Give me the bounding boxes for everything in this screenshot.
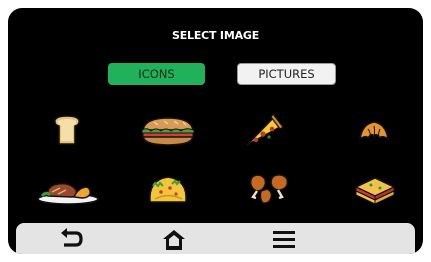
home-icon[interactable] — [159, 226, 189, 252]
sub-sandwich-icon[interactable] — [139, 114, 197, 148]
menu-icon[interactable] — [269, 226, 299, 252]
bottom-nav-bar — [16, 223, 415, 254]
touchscreen-panel: SELECT IMAGE ICONS PICTURES — [8, 8, 423, 254]
tab-pictures[interactable]: PICTURES — [237, 63, 336, 85]
back-icon[interactable] — [56, 226, 86, 252]
toast-icon[interactable] — [50, 114, 84, 148]
chicken-wings-icon[interactable] — [245, 171, 295, 207]
croissant-icon[interactable] — [358, 120, 390, 142]
taco-icon[interactable] — [146, 172, 190, 206]
page-title: SELECT IMAGE — [171, 29, 260, 42]
pizza-slice-icon[interactable] — [243, 112, 285, 148]
lasagna-icon[interactable] — [353, 173, 397, 207]
tab-icons[interactable]: ICONS — [108, 63, 205, 85]
steak-plate-icon[interactable] — [36, 174, 100, 206]
